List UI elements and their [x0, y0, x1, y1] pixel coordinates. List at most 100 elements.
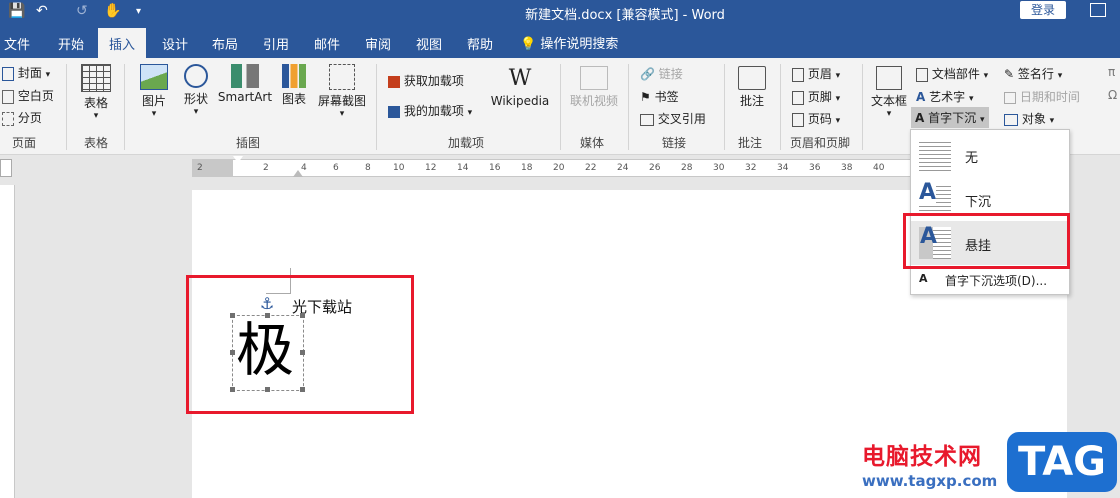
wikipedia-button[interactable]: W Wikipedia — [488, 66, 552, 108]
picture-icon — [140, 64, 168, 90]
my-addins-icon — [388, 105, 400, 118]
date-time-button[interactable]: 日期和时间 — [1004, 88, 1080, 105]
signature-line-button[interactable]: ✎ 签名行 ▾ — [1004, 65, 1062, 82]
ruler-tick: 24 — [617, 163, 629, 173]
tab-mailings[interactable]: 邮件 — [314, 34, 340, 53]
shapes-button[interactable]: 形状 ▾ — [176, 64, 216, 117]
first-line-indent-marker[interactable] — [233, 156, 243, 163]
equation-icon[interactable]: π — [1108, 65, 1115, 79]
group-divider — [862, 64, 863, 150]
ruler-tick: 14 — [457, 163, 469, 173]
group-divider — [376, 64, 377, 150]
footer-label: 页脚 — [807, 90, 832, 104]
tab-home[interactable]: 开始 — [58, 34, 84, 53]
ruler-tick: 36 — [809, 163, 821, 173]
screenshot-label: 屏幕截图 — [317, 94, 366, 108]
group-label-illustrations: 插图 — [236, 136, 261, 150]
page-break-icon — [2, 111, 14, 126]
title-bar: 💾 ↶ ↺ ✋ ▾ 新建文档.docx [兼容模式] - Word 登录 — [0, 0, 1120, 24]
online-video-label: 联机视频 — [569, 94, 618, 108]
chevron-down-icon: ▾ — [886, 109, 892, 119]
signature-line-label: 签名行 — [1017, 67, 1054, 81]
group-divider — [724, 64, 725, 150]
footer-button[interactable]: 页脚 ▾ — [792, 88, 840, 105]
vertical-ruler[interactable] — [0, 185, 15, 498]
pictures-button[interactable]: 图片 ▾ — [134, 64, 174, 119]
cross-reference-label: 交叉引用 — [657, 112, 706, 126]
highlight-box — [186, 275, 414, 414]
tab-references[interactable]: 引用 — [263, 34, 289, 53]
pen-icon: ✎ — [1004, 67, 1015, 81]
get-addins-button[interactable]: 获取加载项 — [388, 72, 464, 89]
smartart-button[interactable]: SmartArt — [216, 64, 274, 104]
bookmark-icon: ⚑ — [640, 90, 651, 104]
comment-icon — [738, 66, 766, 90]
blank-page-button[interactable]: 空白页 — [2, 87, 54, 104]
drop-cap-none-icon — [919, 139, 951, 171]
my-addins-button[interactable]: 我的加载项 ▾ — [388, 102, 472, 119]
get-addins-label: 获取加载项 — [403, 74, 464, 88]
cover-page-button[interactable]: 封面 ▾ — [2, 64, 50, 81]
table-button[interactable]: 表格 ▾ — [72, 64, 120, 121]
page-break-button[interactable]: 分页 — [2, 109, 42, 126]
chart-icon — [282, 64, 306, 88]
header-label: 页眉 — [807, 67, 832, 81]
chevron-down-icon: ▾ — [835, 71, 841, 81]
chevron-down-icon: ▾ — [979, 115, 985, 125]
tab-selector[interactable] — [0, 159, 12, 177]
tab-review[interactable]: 审阅 — [365, 34, 391, 53]
drop-cap-button[interactable]: A 首字下沉 ▾ — [911, 107, 989, 128]
comment-label: 批注 — [739, 94, 764, 108]
cover-page-icon — [2, 66, 14, 81]
object-icon — [1004, 113, 1018, 126]
ruler-tick: 12 — [425, 163, 437, 173]
page-number-label: 页码 — [807, 112, 832, 126]
symbol-icon[interactable]: Ω — [1108, 88, 1117, 102]
wordart-button[interactable]: A 艺术字 ▾ — [916, 88, 974, 105]
wordart-icon: A — [916, 90, 926, 104]
wikipedia-icon: W — [508, 66, 532, 91]
store-icon — [388, 75, 400, 88]
textbox-label: 文本框 — [870, 94, 907, 108]
header-button[interactable]: 页眉 ▾ — [792, 65, 840, 82]
screenshot-button[interactable]: 屏幕截图 ▾ — [314, 64, 370, 119]
tab-layout[interactable]: 布局 — [212, 34, 238, 53]
bookmark-button[interactable]: ⚑ 书签 — [640, 88, 679, 105]
link-button[interactable]: 🔗 链接 — [640, 65, 683, 82]
page-number-button[interactable]: 页码 ▾ — [792, 110, 840, 127]
link-label: 链接 — [658, 67, 683, 81]
calendar-icon — [1004, 91, 1016, 104]
group-label-addins: 加载项 — [448, 136, 485, 150]
tab-view[interactable]: 视图 — [416, 34, 442, 53]
drop-cap-none-item[interactable]: 无 — [911, 133, 1069, 177]
tab-file[interactable]: 文件 — [4, 34, 30, 53]
tab-insert[interactable]: 插入 — [98, 28, 146, 58]
chevron-down-icon: ▾ — [339, 109, 345, 119]
object-button[interactable]: 对象 ▾ — [1004, 110, 1054, 127]
ruler-tick: 8 — [365, 163, 371, 173]
drop-cap-options-icon: A — [919, 272, 928, 285]
group-divider — [66, 64, 67, 150]
chevron-down-icon: ▾ — [193, 107, 199, 117]
ruler-tick: 20 — [553, 163, 565, 173]
video-icon — [580, 66, 608, 90]
group-divider — [628, 64, 629, 150]
cross-reference-button[interactable]: 交叉引用 — [640, 110, 706, 127]
smartart-icon — [231, 64, 259, 88]
login-button[interactable]: 登录 — [1020, 1, 1066, 19]
quick-parts-icon — [916, 67, 928, 82]
textbox-button[interactable]: 文本框 ▾ — [868, 66, 910, 119]
hanging-indent-marker[interactable] — [293, 170, 303, 177]
ribbon-display-options-icon[interactable] — [1090, 3, 1106, 17]
group-label-media: 媒体 — [580, 136, 605, 150]
drop-cap-options-item[interactable]: A 首字下沉选项(D)... — [911, 266, 1069, 293]
tell-me-search[interactable]: 💡 操作说明搜索 — [520, 33, 618, 52]
tab-design[interactable]: 设计 — [162, 34, 188, 53]
online-video-button[interactable]: 联机视频 — [566, 66, 622, 109]
tab-help[interactable]: 帮助 — [467, 34, 493, 53]
wordart-label: 艺术字 — [929, 90, 966, 104]
chart-button[interactable]: 图表 — [276, 64, 312, 107]
quick-parts-button[interactable]: 文档部件 ▾ — [916, 65, 988, 82]
comment-button[interactable]: 批注 — [730, 66, 774, 109]
ruler-tick: 28 — [681, 163, 693, 173]
